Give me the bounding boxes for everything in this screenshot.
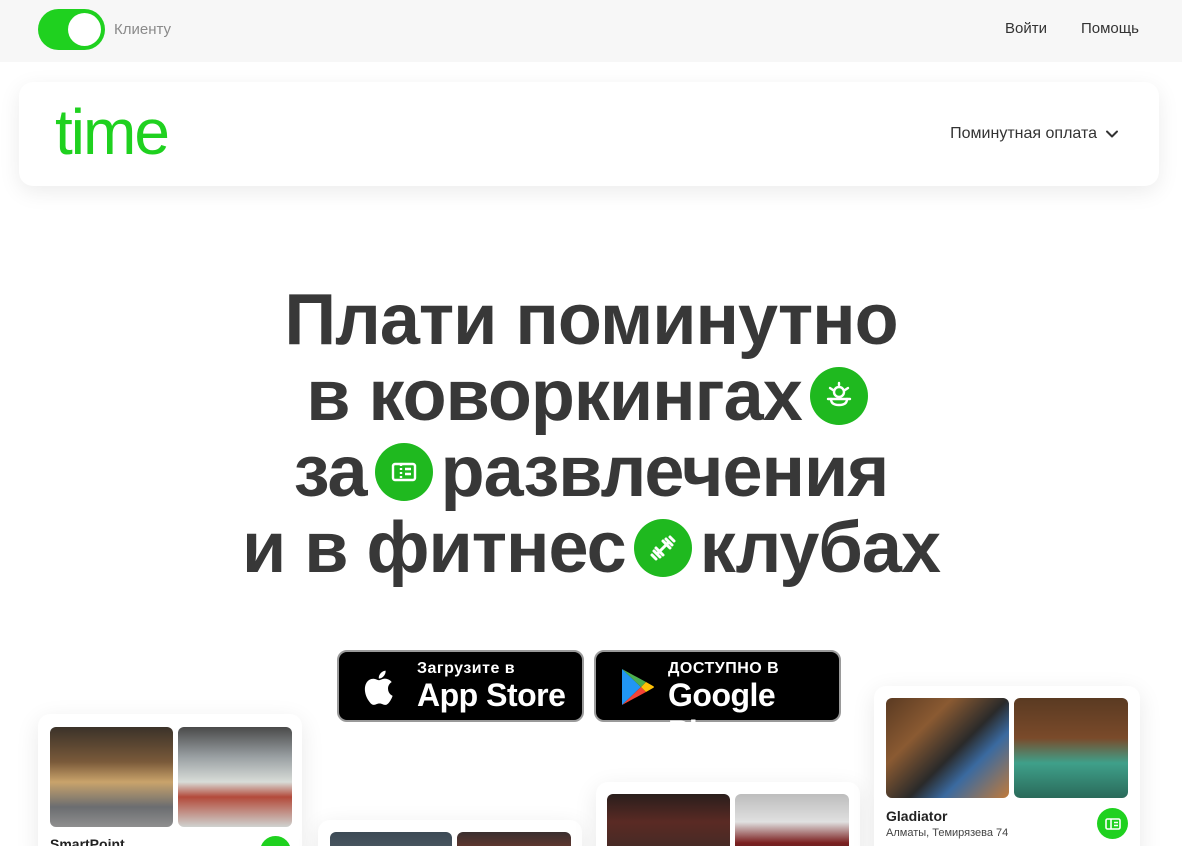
top-bar: Клиенту Войти Помощь: [0, 0, 1182, 62]
venue-photo: [607, 794, 730, 846]
hero-text-3b: развлечения: [440, 432, 890, 512]
venue-photo: [50, 727, 173, 827]
ticket-icon: [1097, 808, 1128, 839]
venue-card-smartpoint[interactable]: SmartPoint: [38, 714, 302, 846]
client-toggle[interactable]: [38, 9, 105, 50]
venue-photo: [330, 832, 452, 846]
hero-headline: Плати поминутно в коворкингах за развлеч…: [0, 282, 1182, 586]
google-play-button[interactable]: ДОСТУПНО В Google Play: [594, 650, 841, 750]
hero-text-4b: клубах: [699, 508, 941, 588]
coworking-icon: [260, 836, 291, 846]
per-minute-menu[interactable]: Поминутная оплата: [950, 125, 1119, 143]
hero-text-1: Плати поминутно: [284, 280, 898, 360]
login-link[interactable]: Войти: [1005, 20, 1047, 37]
main-navbar: time Поминутная оплата: [19, 82, 1159, 186]
apple-icon: [364, 670, 393, 705]
hero-text-4a: и в фитнес: [242, 508, 627, 588]
dumbbell-icon: [633, 519, 692, 577]
venue-address: Алматы, Темирязева 74: [886, 827, 1009, 839]
hero-text-2: в коворкингах: [306, 356, 802, 436]
help-link[interactable]: Помощь: [1081, 20, 1139, 37]
ticket-icon: [374, 443, 433, 501]
menu-label: Поминутная оплата: [950, 125, 1097, 142]
hero-line-1: Плати поминутно: [0, 282, 1182, 358]
venue-card[interactable]: [318, 820, 582, 846]
hero-text-3a: за: [293, 432, 368, 512]
venue-photo: [735, 794, 849, 846]
hero-line-3: за развлечения: [0, 434, 1182, 510]
app-store-small: Загрузите в: [417, 660, 516, 677]
hero-line-2: в коворкингах: [0, 358, 1182, 434]
app-store-big: App Store: [417, 677, 566, 713]
google-play-small: ДОСТУПНО В: [668, 660, 780, 677]
coworking-icon: [809, 367, 868, 425]
venue-photo: [178, 727, 292, 827]
hero-line-4: и в фитнес клубах: [0, 510, 1182, 586]
venue-photo: [457, 832, 571, 846]
venue-card[interactable]: [596, 782, 860, 846]
google-play-icon: [622, 669, 654, 705]
venue-photo: [1014, 698, 1128, 798]
google-play-big: Google Play: [668, 677, 776, 750]
venue-card-gladiator[interactable]: Gladiator Алматы, Темирязева 74: [874, 686, 1140, 846]
toggle-knob: [68, 13, 101, 46]
toggle-label: Клиенту: [114, 21, 172, 38]
venue-photo: [886, 698, 1009, 798]
time-logo[interactable]: time: [55, 94, 170, 170]
venue-name: Gladiator: [886, 808, 948, 824]
chevron-down-icon: [1106, 130, 1118, 138]
venue-name: SmartPoint: [50, 836, 125, 846]
app-store-button[interactable]: Загрузите в App Store: [337, 650, 584, 722]
